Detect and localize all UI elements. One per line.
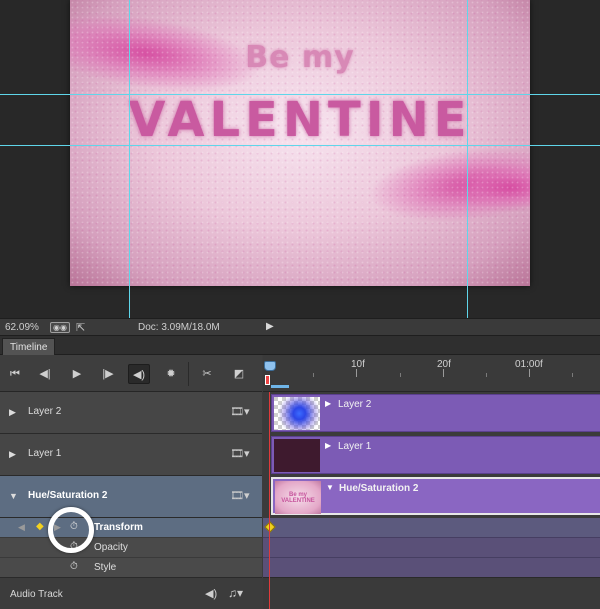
property-name: Transform (94, 522, 143, 533)
layer-name: Layer 1 (28, 448, 62, 459)
work-area-start-handle[interactable] (265, 375, 270, 385)
previous-keyframe-icon[interactable]: ◀ (18, 522, 25, 533)
ruler-tick (356, 369, 357, 377)
clip-hue-saturation-2[interactable]: Be my VALENTINE ▼ Hue/Saturation 2 (271, 477, 600, 515)
layer-row-layer-1[interactable]: ▶ Layer 1 🎞▾ (0, 434, 262, 476)
property-row-transform[interactable]: ◀ ◆ ▶ ⏱ Transform (0, 518, 262, 538)
clip-expand-caret-icon[interactable]: ▶ (325, 399, 331, 408)
ruler-tick (529, 369, 530, 377)
work-area-bar[interactable] (271, 385, 289, 388)
clip-thumbnail: Be my VALENTINE (275, 481, 321, 514)
expand-caret-icon[interactable]: ▶ (9, 449, 16, 460)
keyframe-marker[interactable] (264, 521, 276, 533)
layer-row-hue-saturation-2[interactable]: ▼ Hue/Saturation 2 🎞▾ (0, 476, 262, 518)
gpu-icon[interactable]: ◉◉ (50, 322, 70, 333)
skip-to-start-icon[interactable]: ⏮ (4, 364, 26, 384)
gear-icon[interactable]: ✹ (160, 364, 182, 384)
play-icon[interactable]: ▶ (66, 364, 88, 384)
ruler-tick (313, 373, 314, 377)
film-strip-icon[interactable]: 🎞▾ (230, 489, 250, 502)
share-icon[interactable]: ⇱ (76, 321, 85, 334)
document-size: Doc: 3.09M/18.0M (138, 322, 220, 333)
vertical-guide[interactable] (467, 0, 468, 318)
horizontal-guide[interactable] (0, 145, 600, 146)
timeline-panel: Timeline ⏮ ◀| ▶ |▶ ◀) ✹ ✂ ◩ ▶ Layer 2 🎞▾… (0, 336, 600, 609)
playhead-handle[interactable] (264, 361, 276, 371)
thumbnail-text: Be my VALENTINE (281, 492, 315, 504)
property-track-transform[interactable] (263, 518, 600, 538)
layer-name: Hue/Saturation 2 (28, 490, 108, 501)
film-strip-icon[interactable]: 🎞▾ (230, 447, 250, 460)
audio-track-label: Audio Track (10, 589, 63, 600)
timeline-track-pane[interactable]: 10f 20f 01:00f ▶ Layer 2 ▶ Layer 1 Be my… (263, 355, 600, 609)
transition-icon[interactable]: ◩ (228, 364, 250, 384)
speaker-icon[interactable]: ◀) (205, 587, 217, 600)
music-note-icon[interactable]: ♫▾ (228, 586, 243, 600)
document-canvas[interactable]: Be my VALENTINE (70, 0, 530, 286)
ruler-tick (572, 373, 573, 377)
audio-track-lane[interactable] (263, 577, 600, 609)
ruler-tick (486, 373, 487, 377)
highlight-circle (48, 507, 94, 553)
zoom-level[interactable]: 62.09% (5, 322, 39, 333)
layer-row-layer-2[interactable]: ▶ Layer 2 🎞▾ (0, 392, 262, 434)
speaker-icon[interactable]: ◀) (128, 364, 150, 384)
clip-name: Layer 2 (338, 399, 372, 410)
next-frame-icon[interactable]: |▶ (97, 364, 119, 384)
canvas-area[interactable]: Be my VALENTINE (0, 0, 600, 318)
clip-name: Layer 1 (338, 441, 372, 452)
property-track-style[interactable] (263, 558, 600, 578)
playback-controls: ⏮ ◀| ▶ |▶ ◀) ✹ ✂ ◩ (0, 355, 262, 392)
clip-collapse-caret-icon[interactable]: ▼ (326, 483, 334, 492)
audio-track-row[interactable]: Audio Track ◀) ♫▾ (0, 577, 262, 609)
clip-layer-2[interactable]: ▶ Layer 2 (271, 394, 600, 432)
clip-layer-1[interactable]: ▶ Layer 1 (271, 436, 600, 474)
stopwatch-icon[interactable]: ⏱ (70, 561, 78, 572)
collapse-caret-icon[interactable]: ▼ (9, 491, 18, 501)
property-name: Style (94, 562, 117, 573)
property-track-opacity[interactable] (263, 538, 600, 558)
clip-name: Hue/Saturation 2 (339, 483, 419, 494)
ruler-tick (400, 373, 401, 377)
previous-frame-icon[interactable]: ◀| (34, 364, 56, 384)
scissors-icon[interactable]: ✂ (196, 364, 218, 384)
film-strip-icon[interactable]: 🎞▾ (230, 405, 250, 418)
ruler-tick (443, 369, 444, 377)
horizontal-guide[interactable] (0, 94, 600, 95)
property-row-style[interactable]: ⏱ Style (0, 558, 262, 578)
add-keyframe-icon[interactable]: ◆ (36, 521, 44, 532)
clip-thumbnail (274, 397, 320, 430)
timeline-layer-pane: ⏮ ◀| ▶ |▶ ◀) ✹ ✂ ◩ ▶ Layer 2 🎞▾ ▶ Layer … (0, 355, 262, 609)
clip-thumbnail (274, 439, 320, 472)
toolbar-divider (188, 362, 189, 386)
ruler-label: 10f (351, 359, 365, 370)
property-name: Opacity (94, 542, 128, 553)
tab-timeline[interactable]: Timeline (2, 338, 56, 355)
playhead-line (269, 392, 270, 609)
canvas-title-line2: VALENTINE (128, 92, 472, 148)
canvas-title-line1: Be my (245, 40, 355, 75)
panel-tab-bar: Timeline (0, 336, 600, 355)
clip-expand-caret-icon[interactable]: ▶ (325, 441, 331, 450)
property-row-opacity[interactable]: ⏱ Opacity (0, 538, 262, 558)
status-menu-arrow-icon[interactable]: ▶ (266, 321, 274, 332)
time-ruler[interactable]: 10f 20f 01:00f (263, 355, 600, 392)
layer-name: Layer 2 (28, 406, 62, 417)
status-bar: 62.09% ◉◉ ⇱ Doc: 3.09M/18.0M ▶ (0, 318, 600, 336)
vertical-guide[interactable] (129, 0, 130, 318)
expand-caret-icon[interactable]: ▶ (9, 407, 16, 418)
